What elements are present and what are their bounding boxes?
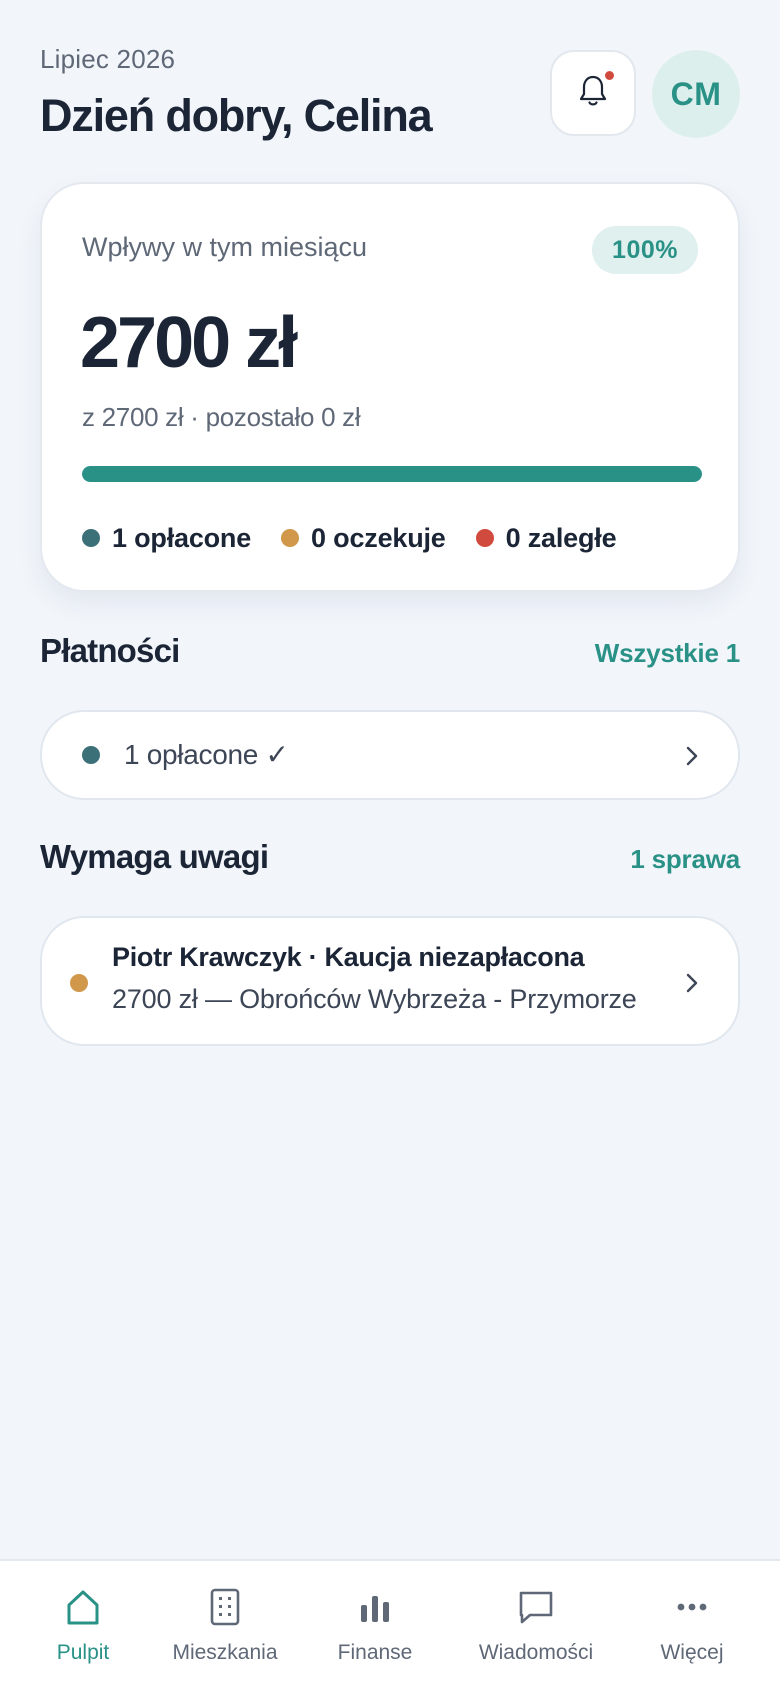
header: Lipiec 2026 Dzień dobry, Celina CM: [40, 40, 740, 141]
income-summary-card: Wpływy w tym miesiącu 100% 2700 zł z 270…: [40, 182, 740, 592]
pending-dot-icon: [281, 529, 300, 547]
paid-status-dot-icon: [82, 746, 100, 764]
chevron-right-icon: [680, 971, 704, 995]
nav-label-wiadomosci: Wiadomości: [478, 1641, 594, 1664]
notifications-button[interactable]: [550, 50, 636, 136]
percent-badge: 100%: [592, 226, 698, 274]
nav-label-wiecej: Więcej: [660, 1641, 724, 1664]
legend-label-paid: 1 opłacone: [112, 522, 252, 553]
attention-item-title: Piotr Krawczyk · Kaucja niezapłacona: [112, 942, 585, 972]
chevron-right-icon: [680, 744, 704, 768]
attention-section-header: Wymaga uwagi 1 sprawa: [40, 838, 740, 882]
legend-item-paid: 1 opłacone: [82, 523, 251, 554]
payment-status-legend: 1 opłacone 0 oczekuje 0 zaległe: [82, 518, 646, 558]
payments-row-label: 1 opłacone ✓: [124, 739, 289, 770]
legend-item-overdue: 0 zaległe: [475, 522, 617, 554]
greeting-title: Dzień dobry, Celina: [40, 90, 433, 141]
nav-item-mieszkania[interactable]: Mieszkania: [160, 1561, 290, 1688]
overdue-dot-icon: [475, 529, 494, 547]
notification-dot: [605, 71, 614, 80]
avatar[interactable]: CM: [652, 50, 740, 138]
attention-item-row[interactable]: Piotr Krawczyk · Kaucja niezapłacona 270…: [40, 916, 740, 1046]
income-progress-fill: [82, 466, 702, 482]
nav-item-finanse[interactable]: Finanse: [320, 1561, 430, 1688]
nav-label-mieszkania: Mieszkania: [172, 1641, 278, 1664]
dashboard-screen: Lipiec 2026 Dzień dobry, Celina CM Wpływ…: [0, 0, 780, 1688]
legend-item-pending: 0 oczekuje: [281, 523, 446, 554]
paid-dot-icon: [82, 529, 100, 547]
payments-section-title: Płatności: [40, 632, 180, 669]
building-icon: [203, 1585, 247, 1629]
attention-section-title: Wymaga uwagi: [40, 838, 269, 875]
home-icon: [61, 1585, 105, 1629]
month-label: Lipiec 2026: [40, 44, 176, 74]
pending-status-dot-icon: [70, 974, 88, 992]
nav-item-wiecej[interactable]: Więcej: [642, 1561, 742, 1688]
nav-label-finanse: Finanse: [337, 1641, 413, 1664]
payments-view-all-link[interactable]: Wszystkie 1: [595, 638, 740, 669]
payments-section-header: Płatności Wszystkie 1: [40, 632, 740, 676]
payments-paid-row[interactable]: 1 opłacone ✓: [40, 710, 740, 800]
bottom-navigation: Pulpit Mieszkania Finanse Wiadomości Wię…: [0, 1559, 780, 1688]
attention-item-subtitle: 2700 zł — Obrońców Wybrzeża - Przymorze: [112, 984, 637, 1014]
attention-count-link[interactable]: 1 sprawa: [630, 844, 740, 875]
income-progress-bar: [82, 466, 702, 482]
bar-chart-icon: [353, 1585, 397, 1629]
income-amount: 2700 zł: [80, 303, 298, 383]
more-icon: [670, 1585, 714, 1629]
nav-item-pulpit[interactable]: Pulpit: [28, 1561, 138, 1688]
nav-label-pulpit: Pulpit: [56, 1641, 110, 1664]
bell-icon: [577, 74, 609, 113]
message-icon: [514, 1585, 558, 1629]
nav-item-wiadomosci[interactable]: Wiadomości: [466, 1561, 606, 1688]
legend-label-overdue: 0 zaległe: [505, 522, 617, 553]
legend-label-pending: 0 oczekuje: [311, 522, 446, 553]
income-summary-title: Wpływy w tym miesiącu: [82, 232, 368, 262]
income-subline: z 2700 zł · pozostało 0 zł: [82, 402, 361, 432]
